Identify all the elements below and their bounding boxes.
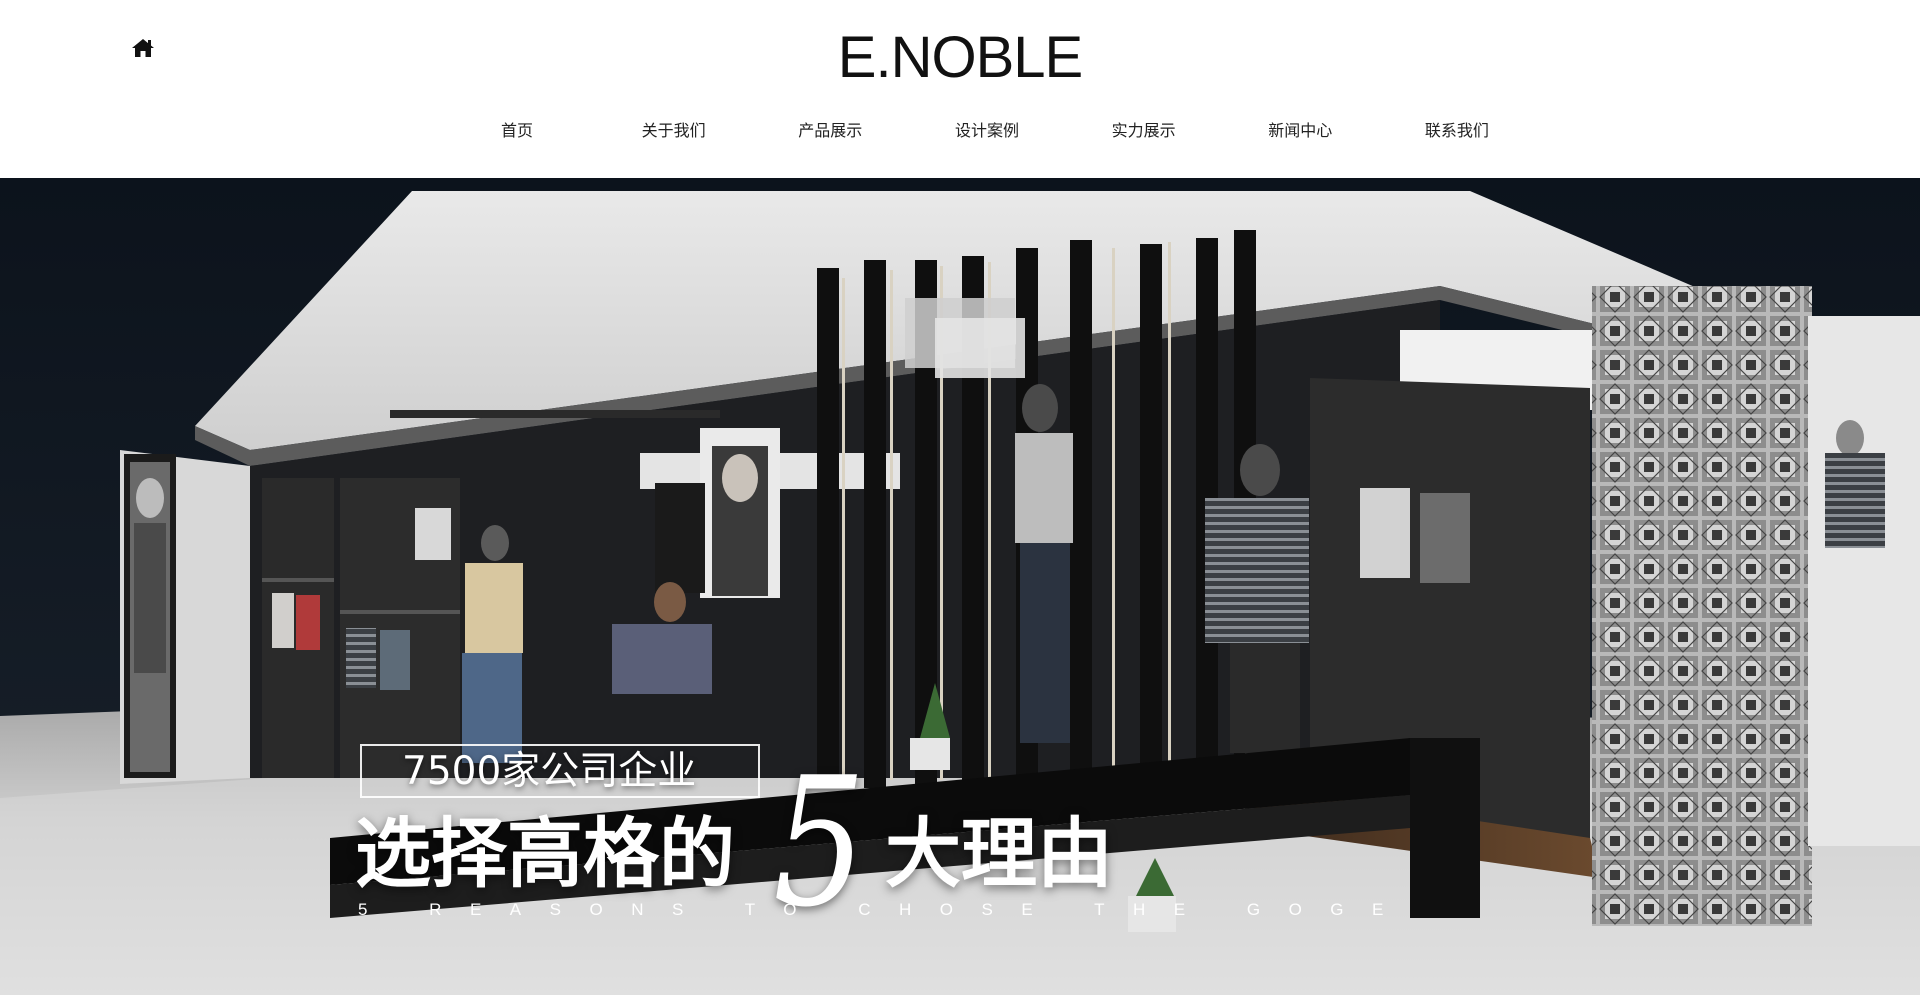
nav-item-contact[interactable]: 联系我们 xyxy=(1402,116,1512,146)
hero-banner[interactable]: 7500家公司企业 选择高格的 5 大理由 5 REASONS TO CHOSE… xyxy=(0,178,1920,995)
hero-text-overlay: 7500家公司企业 选择高格的 5 大理由 5 REASONS TO CHOSE… xyxy=(0,178,1920,995)
nav-item-strength[interactable]: 实力展示 xyxy=(1089,116,1199,146)
nav-item-cases[interactable]: 设计案例 xyxy=(932,116,1042,146)
nav-item-about[interactable]: 关于我们 xyxy=(619,116,729,146)
hero-subline: 5 REASONS TO CHOSE THE GOGE xyxy=(358,900,1412,919)
hero-headline-part2: 大理由 xyxy=(885,809,1113,898)
hero-kicker: 7500家公司企业 xyxy=(402,749,697,794)
site-header: E.NOBLE 首页 关于我们 产品展示 设计案例 实力展示 新闻中心 联系我们 xyxy=(0,0,1920,178)
nav-item-home[interactable]: 首页 xyxy=(462,116,572,146)
nav-item-products[interactable]: 产品展示 xyxy=(775,116,885,146)
nav-item-news[interactable]: 新闻中心 xyxy=(1245,116,1355,146)
hero-headline-part1: 选择高格的 xyxy=(355,809,735,898)
site-logo[interactable]: E.NOBLE xyxy=(0,24,1920,92)
main-nav: 首页 关于我们 产品展示 设计案例 实力展示 新闻中心 联系我们 xyxy=(462,116,1512,146)
